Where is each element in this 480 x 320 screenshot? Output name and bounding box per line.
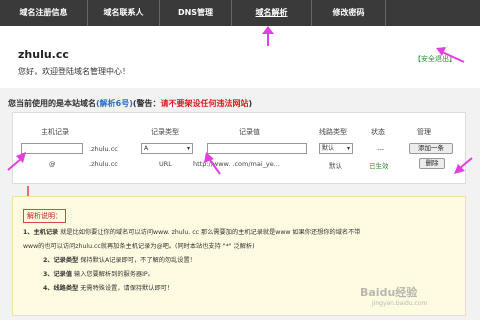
instruction-line: 2、记录类型 保持默认A记录即可，不了解的勿乱设置！: [43, 257, 196, 264]
record-host: @: [49, 160, 56, 168]
domain-suffix: .zhulu.cc: [89, 145, 118, 153]
warning-suffix: ): [248, 99, 253, 108]
warning-text: 请不要架设任何违法网站: [160, 99, 249, 108]
dns-record-table: 主机记录 记录类型 记录值 线路类型 状态 管理 .zhulu.cc A ▾ 默…: [12, 112, 466, 184]
chevron-down-icon: ▾: [346, 145, 350, 152]
instruction-line: 3、记录值 输入您要解析到的服务器IP。: [43, 271, 154, 278]
header-record-type: 记录类型: [151, 128, 179, 136]
header-line-type: 线路类型: [319, 128, 347, 136]
chevron-down-icon: ▾: [186, 145, 190, 152]
annotation-arrow-icon: [27, 186, 29, 196]
instruction-line: www的也可以访问zhulu.cc就再加条主机记录为@吧。(同时本站也支持 "*…: [23, 243, 255, 250]
warning-label: (警告：: [132, 99, 161, 108]
domain-warning: 您当前使用的是本站域名(解析6号)(警告：请不要架设任何违法网站): [8, 98, 252, 109]
record-line: 默认: [329, 162, 342, 170]
baidu-watermark-url: jingyan.baidu.com: [372, 300, 428, 307]
annotation-arrow-icon: [454, 157, 473, 174]
record-domain-suffix: .zhulu.cc: [89, 160, 118, 168]
header-panel: zhulu.cc 您好，欢迎登陆域名管理中心！ 【安全退出】: [0, 26, 480, 88]
record-type: URL: [159, 160, 172, 168]
instruction-line: 1、主机记录 就是比如你要让你的域名可以访问www. zhulu. cc 那么需…: [23, 229, 361, 236]
annotation-arrow-icon: [204, 152, 221, 175]
tab-domain-parsing[interactable]: 域名解析: [232, 0, 312, 26]
tab-domain-contact[interactable]: 域名联系人: [88, 0, 160, 26]
tab-change-password[interactable]: 修改密码: [312, 0, 386, 26]
welcome-text: 您好，欢迎登陆域名管理中心！: [18, 67, 130, 76]
annotation-arrow-icon: [262, 26, 274, 46]
record-status-badge: 已生效: [369, 162, 389, 170]
instructions-title: 解析说明：: [23, 209, 66, 223]
annotation-arrow-icon: [436, 47, 465, 63]
header-record-value: 记录值: [239, 128, 260, 136]
top-nav: 域名注册信息 域名联系人 DNS管理 域名解析 修改密码: [0, 0, 480, 26]
warning-prefix: 您当前使用的是本站域名: [8, 99, 96, 108]
annotation-arrow-icon: [7, 152, 26, 171]
tab-domain-registration[interactable]: 域名注册信息: [0, 0, 88, 26]
header-status: 状态: [371, 128, 385, 136]
host-record-input[interactable]: [21, 143, 83, 154]
parse-count: (解析6号): [96, 99, 133, 108]
tab-dns-management[interactable]: DNS管理: [160, 0, 232, 26]
add-record-button[interactable]: 添加一条: [409, 143, 453, 154]
record-type-value: A: [144, 145, 149, 152]
instruction-line: 4、线路类型 无需特殊设置，请保持默认即可！: [43, 285, 174, 292]
delete-record-button[interactable]: 删除: [419, 158, 445, 169]
baidu-watermark: Baidu经验: [360, 286, 418, 299]
line-type-value: 默认: [322, 145, 335, 152]
header-manage: 管理: [417, 128, 431, 136]
line-type-select[interactable]: 默认 ▾: [319, 143, 353, 154]
site-title: zhulu.cc: [18, 48, 69, 61]
header-host-record: 主机记录: [41, 128, 69, 136]
record-type-select[interactable]: A ▾: [141, 143, 193, 154]
status-placeholder: ---: [377, 145, 385, 153]
